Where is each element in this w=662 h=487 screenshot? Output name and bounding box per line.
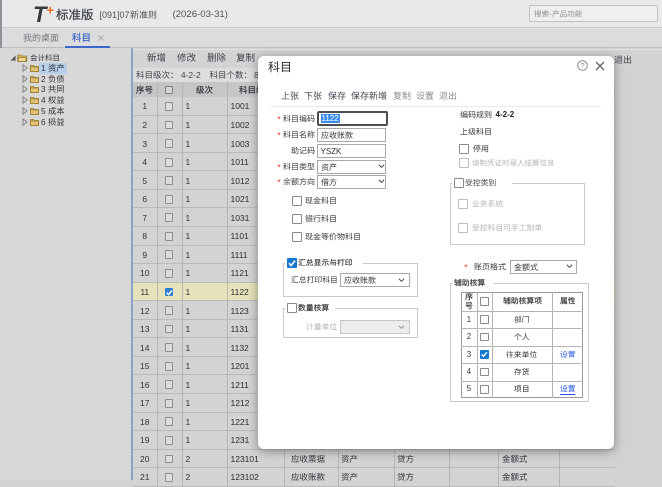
svg-text:?: ? xyxy=(581,63,585,70)
